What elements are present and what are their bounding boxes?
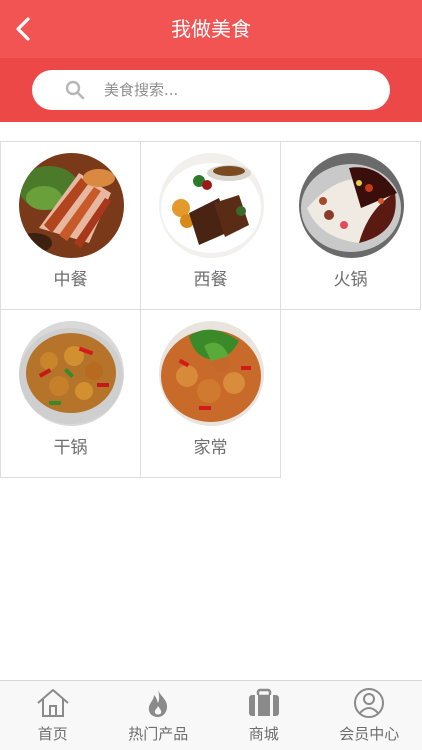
chevron-left-icon [16, 17, 30, 41]
roast-pork-dish-photo [19, 153, 124, 258]
category-dry-pot[interactable]: 干锅 [0, 309, 141, 478]
category-home-style[interactable]: 家常 [140, 309, 281, 478]
tab-home[interactable]: 首页 [0, 681, 106, 750]
category-chinese[interactable]: 中餐 [0, 141, 141, 310]
steak-plate-photo [159, 153, 264, 258]
category-western[interactable]: 西餐 [140, 141, 281, 310]
user-circle-icon [351, 687, 387, 719]
category-hotpot[interactable]: 火锅 [280, 141, 421, 310]
yin-yang-hotpot-photo [299, 153, 404, 258]
category-label: 火锅 [333, 270, 368, 290]
category-label: 家常 [193, 438, 228, 458]
tab-label: 首页 [37, 725, 68, 743]
tab-label: 热门产品 [128, 725, 189, 743]
category-label: 西餐 [193, 270, 228, 290]
tab-member-center[interactable]: 会员中心 [317, 681, 422, 750]
bottom-tab-bar: 首页 热门产品 商城 会员中心 [0, 680, 422, 750]
tab-mall[interactable]: 商城 [211, 681, 317, 750]
top-nav-bar: 我做美食 [0, 0, 422, 58]
tab-label: 商城 [248, 725, 279, 743]
search-icon [64, 79, 86, 101]
tab-hot-products[interactable]: 热门产品 [106, 681, 212, 750]
search-bar-area [0, 58, 422, 122]
back-button[interactable] [0, 0, 46, 58]
search-box[interactable] [32, 70, 390, 110]
category-label: 干锅 [53, 438, 88, 458]
dry-pot-chicken-photo [19, 321, 124, 426]
home-icon [35, 687, 71, 719]
category-label: 中餐 [53, 270, 88, 290]
home-style-chicken-photo [159, 321, 264, 426]
flame-icon [140, 687, 176, 719]
tab-label: 会员中心 [339, 725, 400, 743]
page-title: 我做美食 [171, 17, 251, 41]
search-input[interactable] [104, 81, 364, 99]
briefcase-icon [246, 687, 282, 719]
